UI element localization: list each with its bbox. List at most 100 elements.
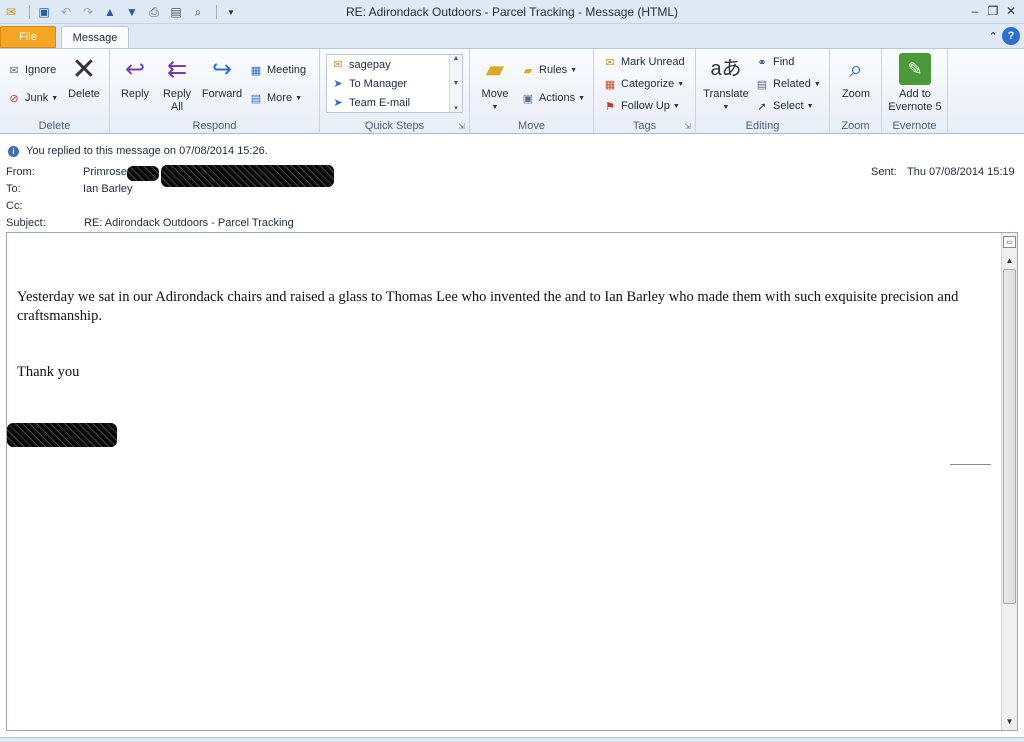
zoom-button[interactable]: ⌕ Zoom — [838, 53, 874, 101]
add-to-evernote-label-line1: Add to — [899, 88, 931, 100]
group-label-zoom: Zoom — [841, 120, 870, 132]
sent-label: Sent: — [871, 166, 897, 178]
minimize-ribbon-icon[interactable]: ⌃ — [984, 27, 1002, 45]
rules-label: Rules — [539, 64, 568, 76]
chevron-down-icon[interactable]: ▼ — [453, 80, 460, 87]
quick-step-label: To Manager — [349, 77, 408, 90]
chevron-down-icon: ▼ — [51, 94, 59, 102]
dialog-launcher-icon[interactable]: ⇲ — [684, 122, 691, 131]
tab-row-controls: ⌃ ? — [984, 27, 1020, 45]
group-delete: ✉ Ignore ⊘ Junk ▼ ✕ Delete Delete — [0, 49, 110, 134]
chevron-down-icon: ▼ — [813, 80, 821, 88]
group-move: ▰ Move ▼ ▰ Rules ▼ ▣ Actions ▼ Move — [470, 49, 594, 134]
dialog-launcher-icon[interactable]: ⇲ — [458, 122, 465, 131]
reply-all-label-line1: Reply — [162, 88, 192, 100]
scroll-down-icon[interactable]: ▼ — [1002, 714, 1017, 728]
actions-icon: ▣ — [522, 92, 534, 105]
flag-icon: ⚑ — [605, 100, 615, 113]
group-label-evernote: Evernote — [892, 120, 937, 132]
delete-button[interactable]: ✕ Delete — [66, 53, 102, 101]
group-label-quick-steps: Quick Steps — [364, 120, 425, 132]
help-icon[interactable]: ? — [1002, 27, 1020, 45]
reply-label: Reply — [120, 88, 150, 100]
tab-file[interactable]: File — [0, 26, 56, 48]
reply-all-icon: ⇇ — [166, 55, 188, 83]
quick-step-item[interactable]: ✉ sagepay — [327, 55, 462, 74]
redacted-signature — [7, 423, 117, 447]
categorize-label: Categorize — [621, 78, 675, 90]
tab-message[interactable]: Message — [61, 26, 129, 49]
status-bar — [0, 737, 1024, 742]
categorize-button[interactable]: ▦ Categorize ▼ — [602, 74, 684, 94]
minimize-icon[interactable]: – — [966, 2, 984, 20]
quick-step-label: sagepay — [349, 58, 391, 71]
translate-button[interactable]: aあ Translate ▼ — [700, 53, 752, 114]
from-label: From: — [6, 166, 35, 178]
ignore-button[interactable]: ✉ Ignore — [6, 60, 56, 80]
forward-button[interactable]: ↪ Forward — [200, 53, 244, 101]
reply-button[interactable]: ↩ Reply — [118, 53, 152, 101]
add-to-evernote-label-line2: Evernote 5 — [888, 101, 942, 113]
divider — [950, 464, 991, 465]
chevron-down-icon: ▼ — [677, 80, 685, 88]
actions-label: Actions — [539, 92, 576, 104]
find-button[interactable]: ⚭ Find — [754, 52, 794, 72]
more-button[interactable]: ▤ More ▼ — [248, 88, 302, 108]
move-label: Move — [481, 88, 509, 100]
expand-gallery-icon[interactable]: ▾ — [454, 104, 458, 112]
evernote-elephant-icon: ✎ — [899, 53, 931, 85]
follow-up-label: Follow Up — [621, 100, 670, 112]
rules-button[interactable]: ▰ Rules ▼ — [520, 60, 577, 80]
chevron-down-icon: ▼ — [806, 102, 814, 110]
to-value[interactable]: Ian Barley — [83, 183, 133, 195]
group-label-move: Move — [518, 120, 545, 132]
quick-step-icon: ➤ — [333, 78, 343, 90]
meeting-button[interactable]: ▦ Meeting — [248, 60, 306, 80]
follow-up-button[interactable]: ⚑ Follow Up ▼ — [602, 96, 680, 116]
junk-button[interactable]: ⊘ Junk ▼ — [6, 88, 58, 108]
quick-step-item[interactable]: ➤ To Manager — [327, 74, 462, 93]
scrollbar-thumb[interactable] — [1003, 269, 1016, 604]
delete-label: Delete — [68, 88, 100, 100]
restore-icon[interactable]: ❐ — [984, 2, 1002, 20]
chevron-down-icon: ▼ — [722, 104, 730, 111]
info-icon: i — [8, 145, 19, 157]
group-respond: ↩ Reply ⇇ Reply All ↪ Forward ▦ Meeting … — [110, 49, 320, 134]
chevron-up-icon[interactable]: ▲ — [453, 55, 460, 62]
from-value[interactable]: Primrose — [83, 166, 127, 178]
rules-icon: ▰ — [523, 64, 533, 77]
reply-all-label-line2: All — [170, 101, 184, 113]
translate-label: Translate — [703, 88, 749, 100]
binoculars-icon: ⚭ — [757, 56, 767, 69]
body-paragraph: Yesterday we sat in our Adirondack chair… — [17, 289, 959, 324]
folder-move-icon: ▰ — [485, 55, 505, 83]
vertical-scrollbar[interactable]: ▭ ▲ ▼ — [1001, 233, 1017, 730]
actions-button[interactable]: ▣ Actions ▼ — [520, 88, 585, 108]
select-button[interactable]: ➚ Select ▼ — [754, 96, 814, 116]
meeting-label: Meeting — [267, 64, 307, 76]
ignore-label: Ignore — [25, 64, 57, 76]
subject-value: RE: Adirondack Outdoors - Parcel Trackin… — [84, 217, 294, 229]
page-icon[interactable]: ▭ — [1003, 236, 1016, 248]
mark-unread-label: Mark Unread — [621, 56, 685, 68]
ignore-icon: ✉ — [9, 64, 19, 77]
scroll-up-icon[interactable]: ▲ — [1002, 253, 1017, 267]
move-button[interactable]: ▰ Move ▼ — [478, 53, 512, 114]
quick-step-icon: ✉ — [333, 59, 343, 71]
mark-unread-button[interactable]: ✉ Mark Unread — [602, 52, 685, 72]
calendar-icon: ▦ — [250, 64, 262, 77]
close-icon[interactable]: ✕ — [1002, 2, 1020, 20]
chevron-down-icon: ▼ — [295, 94, 302, 102]
body-closing: Thank you — [17, 364, 80, 380]
chevron-down-icon: ▼ — [672, 102, 680, 110]
related-label: Related — [773, 78, 811, 90]
related-button[interactable]: ▤ Related ▼ — [754, 74, 821, 94]
quick-step-item[interactable]: ➤ Team E-mail — [327, 93, 462, 112]
add-to-evernote-button[interactable]: ✎ Add to Evernote 5 — [886, 53, 944, 114]
magnifier-icon: ⌕ — [849, 55, 863, 83]
group-label-respond: Respond — [192, 120, 237, 132]
quick-steps-scroller[interactable]: ▲ ▼ ▾ — [449, 55, 462, 112]
reply-info[interactable]: i You replied to this message on 07/08/2… — [8, 145, 268, 157]
reply-all-button[interactable]: ⇇ Reply All — [160, 53, 194, 114]
message-body[interactable]: Yesterday we sat in our Adirondack chair… — [6, 232, 1018, 731]
